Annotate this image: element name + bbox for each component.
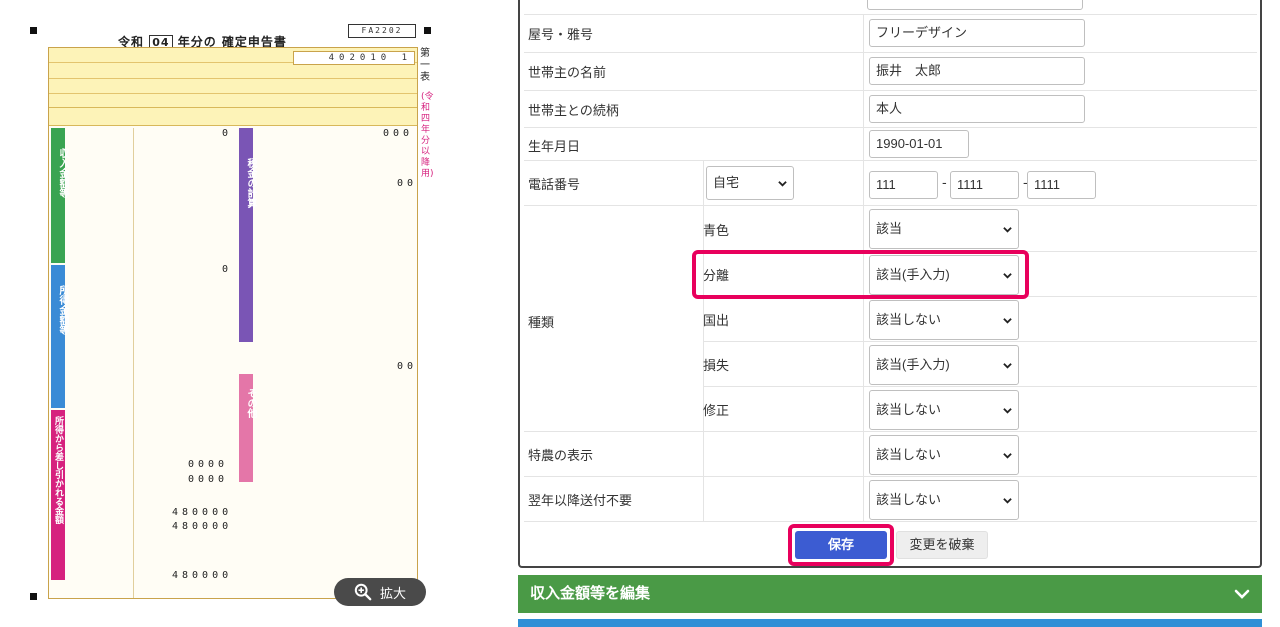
form-value: 00 (397, 178, 418, 189)
no-mail-select[interactable]: 該当しない (869, 480, 1019, 520)
form-side-label: 第一表 (420, 48, 430, 83)
phone-part1-input[interactable]: 111 (869, 171, 938, 199)
chevron-down-icon (1003, 318, 1012, 324)
kind-national-select[interactable]: 該当しない (869, 300, 1019, 340)
settings-panel-area: 屋号・雅号 フリーデザイン 世帯主の名前 振井 太郎 世帯主との続柄 本人 生年… (518, 0, 1262, 627)
category-deductions: 所得から差し引かれる金額 (51, 410, 65, 580)
form-side-note: (令和四年分以降用) (421, 92, 434, 179)
phone-type-value: 自宅 (713, 175, 740, 190)
trade-name-input[interactable]: フリーデザイン (869, 19, 1085, 47)
income-edit-accordion[interactable]: 収入金額等を編集 (518, 575, 1262, 613)
form-value: 0000 (188, 474, 229, 485)
field-label: 世帯主との続柄 (528, 103, 619, 118)
kind-group-label: 種類 (528, 315, 555, 330)
form-row-householder-name: 世帯主の名前 振井 太郎 (524, 53, 1257, 91)
field-label: 屋号・雅号 (528, 27, 594, 42)
form-value: 000 (383, 128, 414, 139)
field-label: 世帯主の名前 (528, 65, 607, 80)
kind-item-label: 国出 (703, 313, 730, 328)
chevron-down-icon (778, 181, 787, 187)
kind-blue-select[interactable]: 該当 (869, 209, 1019, 249)
form-value: 00 (397, 361, 418, 372)
form-row-no-mail: 翌年以降送付不要 該当しない (524, 477, 1257, 522)
form-row-birthdate: 生年月日 1990-01-01 (524, 128, 1257, 161)
form-preview: 令和 04 年分の 確定申告書 FA2202 第一表 (令和四年分以降用) 40… (0, 0, 440, 627)
category-other: その他 (239, 374, 256, 482)
select-value: 該当(手入力) (876, 357, 950, 372)
kind-row-loss: 損失 該当(手入力) (703, 342, 1257, 387)
chevron-down-icon (1003, 453, 1012, 459)
partial-input[interactable] (867, 0, 1083, 10)
form-value: 0 (222, 264, 233, 275)
discard-button[interactable]: 変更を破棄 (896, 531, 988, 559)
amount-grid: 0 0 0000 0000 480000 480000 480000 (133, 128, 234, 598)
taxpayer-info-area: 402010 1 (49, 48, 417, 108)
chevron-down-icon (1003, 408, 1012, 414)
field-label: 特農の表示 (528, 448, 594, 463)
kind-row-amend: 修正 該当しない (524, 387, 1257, 432)
kind-row-blue: 青色 該当 (703, 206, 1257, 252)
form-value: 480000 (172, 521, 233, 532)
category-earnings: 所得金額等 (51, 265, 68, 408)
phone-type-select[interactable]: 自宅 (706, 166, 794, 200)
select-value: 該当しない (876, 402, 942, 417)
category-tax: 税金の計算 (239, 128, 256, 342)
zoom-in-icon (354, 583, 372, 601)
registration-mark (30, 593, 37, 600)
form-value: 0 (222, 128, 233, 139)
form-row-phone: 電話番号 自宅 111 - 1111 - 1111 (524, 161, 1257, 206)
form-band (49, 108, 417, 126)
form-id-number: 402010 1 (293, 51, 415, 65)
tokuno-select[interactable]: 該当しない (869, 435, 1019, 475)
field-label: 翌年以降送付不要 (528, 493, 633, 508)
kind-item-label: 青色 (703, 223, 730, 238)
phone-part2-input[interactable]: 1111 (950, 171, 1019, 199)
form-row-trade-name: 屋号・雅号 フリーデザイン (524, 15, 1257, 53)
field-label: 電話番号 (528, 177, 581, 192)
form-sheet: 402010 1 収入金額等 所得金額等 所得から差し引かれる金額 0 0 00… (48, 47, 418, 599)
registration-mark (424, 27, 431, 34)
select-value: 該当 (876, 221, 903, 236)
form-code: FA2202 (348, 24, 416, 38)
form-right-column: 税金の計算 その他 000 00 00 (237, 128, 418, 598)
zoom-label: 拡大 (379, 586, 406, 602)
category-income: 収入金額等 (51, 128, 68, 263)
phone-separator: - (942, 176, 947, 191)
save-button-highlight (788, 524, 894, 566)
birthdate-input[interactable]: 1990-01-01 (869, 130, 969, 158)
form-value: 0000 (188, 459, 229, 470)
kind-item-label: 損失 (703, 358, 730, 373)
form-row-partial (524, 0, 1257, 15)
chevron-down-icon (1003, 227, 1012, 233)
householder-name-input[interactable]: 振井 太郎 (869, 57, 1085, 85)
accordion-title: 収入金額等を編集 (530, 585, 651, 602)
chevron-down-icon (1003, 363, 1012, 369)
chevron-down-icon (1234, 589, 1250, 599)
registration-mark (30, 27, 37, 34)
kind-item-label: 修正 (703, 403, 730, 418)
form-value: 480000 (172, 507, 233, 518)
select-value: 該当しない (876, 447, 942, 462)
kind-row-national: 国出 該当しない (703, 297, 1257, 342)
separate-row-highlight (692, 250, 1029, 299)
select-value: 該当しない (876, 492, 942, 507)
select-value: 該当しない (876, 312, 942, 327)
kind-amend-select[interactable]: 該当しない (869, 390, 1019, 430)
form-value: 480000 (172, 570, 233, 581)
form-row-tokuno: 特農の表示 該当しない (524, 432, 1257, 477)
field-label: 生年月日 (528, 139, 581, 154)
chevron-down-icon (1003, 498, 1012, 504)
kind-loss-select[interactable]: 該当(手入力) (869, 345, 1019, 385)
form-row-relationship: 世帯主との続柄 本人 (524, 91, 1257, 128)
next-accordion[interactable] (518, 619, 1262, 627)
settings-panel: 屋号・雅号 フリーデザイン 世帯主の名前 振井 太郎 世帯主との続柄 本人 生年… (518, 0, 1262, 568)
relationship-input[interactable]: 本人 (869, 95, 1085, 123)
phone-part3-input[interactable]: 1111 (1027, 171, 1096, 199)
zoom-button[interactable]: 拡大 (334, 578, 426, 606)
